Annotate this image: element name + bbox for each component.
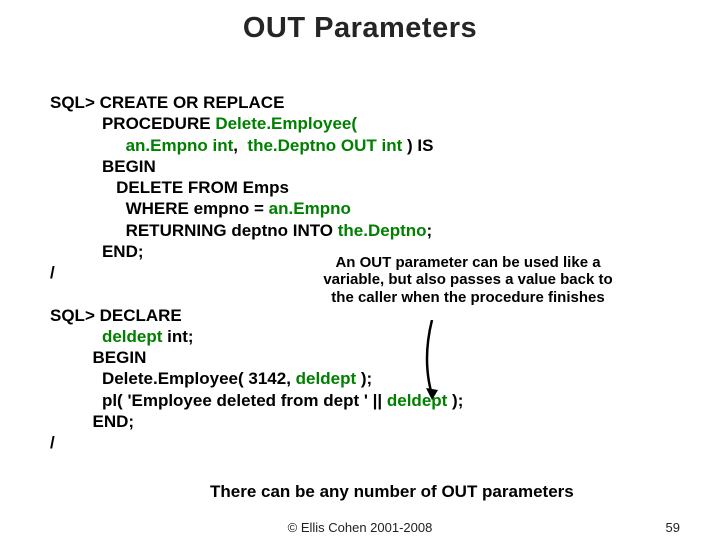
- paren-is: ) IS: [402, 136, 433, 155]
- deptno-ref: the.Deptno: [338, 221, 427, 240]
- deldept-arg: deldept: [296, 369, 356, 388]
- code-line: pl( 'Employee deleted from dept ' ||: [50, 391, 387, 410]
- code-line: Delete.Employee( 3142,: [50, 369, 296, 388]
- code-line: END;: [50, 242, 144, 261]
- semi: ;: [427, 221, 433, 240]
- code-line: SQL> CREATE OR REPLACE: [50, 93, 284, 112]
- code-line: /: [50, 433, 55, 452]
- code-line: SQL> DECLARE: [50, 306, 182, 325]
- comma: ,: [233, 136, 247, 155]
- paren-semi: );: [447, 391, 463, 410]
- code-line: END;: [50, 412, 134, 431]
- indent: [50, 327, 102, 346]
- param-out: the.Deptno OUT int: [247, 136, 402, 155]
- code-line: PROCEDURE: [50, 114, 215, 133]
- deldept-concat: deldept: [387, 391, 447, 410]
- indent: [50, 136, 126, 155]
- callout-box: An OUT parameter can be used like a vari…: [314, 252, 622, 308]
- code-line: BEGIN: [50, 348, 146, 367]
- empno-ref: an.Empno: [269, 199, 351, 218]
- code-line: /: [50, 263, 55, 282]
- code-line: DELETE FROM Emps: [50, 178, 289, 197]
- code-line: BEGIN: [50, 157, 156, 176]
- paren-semi: );: [356, 369, 372, 388]
- slide-title: OUT Parameters: [0, 12, 720, 45]
- int-decl: int;: [162, 327, 193, 346]
- page-number: 59: [666, 520, 680, 535]
- proc-name: Delete.Employee(: [215, 114, 357, 133]
- bottom-note: There can be any number of OUT parameter…: [210, 482, 574, 502]
- deldept-var: deldept: [102, 327, 162, 346]
- copyright-text: © Ellis Cohen 2001-2008: [0, 520, 720, 535]
- code-line: WHERE empno =: [50, 199, 269, 218]
- param-in: an.Empno int: [126, 136, 234, 155]
- code-line: RETURNING deptno INTO: [50, 221, 338, 240]
